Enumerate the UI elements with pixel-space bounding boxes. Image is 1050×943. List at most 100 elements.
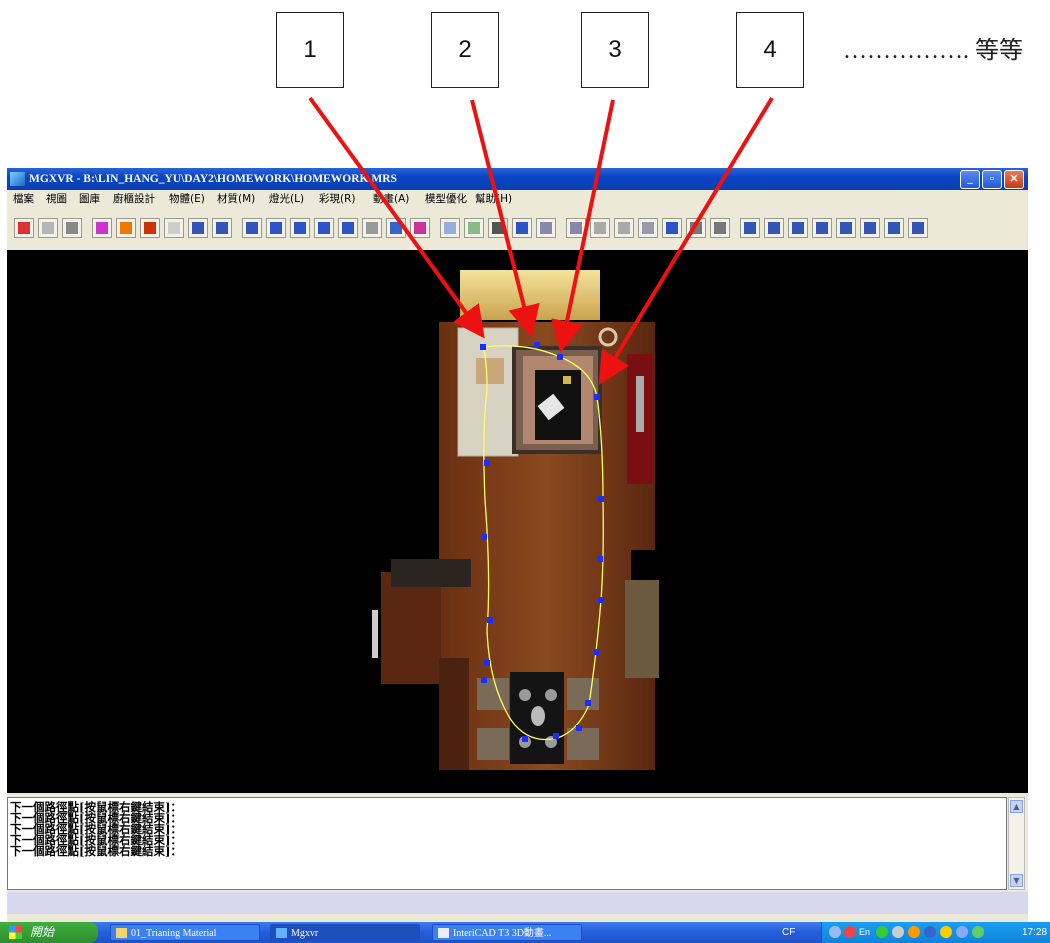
toolbar-button-fit[interactable] [908, 218, 928, 238]
toolbar-button-view2[interactable] [764, 218, 784, 238]
menu-bar: 檔案 視圖 圖庫 廚櫃設計 物體(E) 材質(M) 燈光(L) 彩現(R) 動畫… [7, 190, 1028, 208]
maximize-button[interactable]: ▫ [982, 170, 1002, 189]
toolbar-button-path-end[interactable] [314, 218, 334, 238]
small-vase [563, 376, 571, 384]
toolbar-button-path-start[interactable] [266, 218, 286, 238]
toolbar-button-tree[interactable] [638, 218, 658, 238]
path-node [597, 556, 603, 562]
toolbar-button-join[interactable] [686, 218, 706, 238]
taskbar-item-folder[interactable]: 01_Trianing Material [110, 924, 260, 941]
toolbar-button-triangle[interactable] [590, 218, 610, 238]
toolbar-button-wall[interactable] [464, 218, 484, 238]
toolbar-button-arrow-down[interactable] [14, 218, 34, 238]
menu-view[interactable]: 視圖 [46, 190, 67, 208]
update-icon[interactable] [908, 926, 920, 938]
system-clock: 17:28 [1022, 927, 1048, 938]
menu-library[interactable]: 圖庫 [79, 190, 100, 208]
bend-icon [666, 222, 678, 234]
path-node [557, 354, 563, 360]
app-tray-icon[interactable] [876, 926, 888, 938]
menu-render[interactable]: 彩現(R) [319, 190, 356, 208]
path-end-icon [318, 222, 330, 234]
toolbar-button-sphere[interactable] [164, 218, 184, 238]
path-node [481, 534, 487, 540]
menu-light[interactable]: 燈光(L) [269, 190, 304, 208]
toolbar-button-camera[interactable] [362, 218, 382, 238]
menu-material[interactable]: 材質(M) [217, 190, 255, 208]
title-bar[interactable]: MGXVR - B:\LIN_HANG_YU\DAY2\HOMEWORK\HOM… [7, 168, 1028, 190]
toolbar-button-bend[interactable] [662, 218, 682, 238]
toolbar-button-play[interactable] [116, 218, 136, 238]
toolbar-button-render[interactable] [140, 218, 160, 238]
view5-icon [840, 222, 852, 234]
toolbar-button-cube[interactable] [536, 218, 556, 238]
toolbar-button-square[interactable] [62, 218, 82, 238]
color-icon [96, 222, 108, 234]
view6-icon [888, 222, 900, 234]
menu-optimize[interactable]: 模型優化 [425, 190, 467, 208]
menu-animation[interactable]: 動畫(A) [373, 190, 409, 208]
callout-box-1: 1 [276, 12, 344, 88]
toolbar-button-view6[interactable] [884, 218, 904, 238]
toolbar-button-color[interactable] [92, 218, 112, 238]
sync-icon[interactable] [972, 926, 984, 938]
view3-icon [792, 222, 804, 234]
toolbar-button-view3[interactable] [788, 218, 808, 238]
taskbar-item-mgxvr[interactable]: Mgxvr [270, 924, 420, 941]
status-bar [7, 892, 1028, 914]
flag-icon[interactable] [940, 926, 952, 938]
toolbar-button-zoom[interactable] [860, 218, 880, 238]
mgxvr-icon [276, 928, 287, 938]
callout-box-2: 2 [431, 12, 499, 88]
search-icon[interactable] [829, 926, 841, 938]
chat-icon[interactable] [924, 926, 936, 938]
toolbar-button-book[interactable] [566, 218, 586, 238]
wall-icon [468, 222, 480, 234]
toolbar [7, 208, 1028, 250]
toolbar-button-view1[interactable] [740, 218, 760, 238]
menu-object[interactable]: 物體(E) [169, 190, 205, 208]
path-node [553, 733, 559, 739]
taskbar: 開始 01_Trianing Material Mgxvr InteriCAD … [0, 922, 1050, 943]
start-label: 開始 [30, 925, 55, 939]
toolbar-button-box-side[interactable] [212, 218, 232, 238]
menu-cabinet[interactable]: 廚櫃設計 [113, 190, 155, 208]
toolbar-button-merge[interactable] [710, 218, 730, 238]
toolbar-button-box-front[interactable] [188, 218, 208, 238]
toolbar-button-light[interactable] [440, 218, 460, 238]
viewport-3d[interactable] [7, 250, 1028, 793]
language-indicator[interactable]: CF [782, 922, 795, 943]
toolbar-button-pointer[interactable] [512, 218, 532, 238]
command-scrollbar[interactable]: ▲ ▼ [1008, 797, 1025, 890]
menu-help[interactable]: 幫助(H) [475, 190, 512, 208]
entry-mat [391, 559, 471, 587]
view1-icon [744, 222, 756, 234]
nodes-icon [414, 222, 426, 234]
toolbar-button-nodes[interactable] [410, 218, 430, 238]
input-language[interactable]: En [859, 922, 870, 943]
view2-icon [768, 222, 780, 234]
menu-file[interactable]: 檔案 [13, 190, 34, 208]
sofa [457, 327, 519, 457]
toolbar-button-mountain[interactable] [614, 218, 634, 238]
path-node [481, 677, 487, 683]
network-icon[interactable] [892, 926, 904, 938]
path-node [480, 344, 486, 350]
toolbar-button-loop[interactable] [338, 218, 358, 238]
scroll-down-button[interactable]: ▼ [1010, 874, 1023, 887]
clock-tray-icon[interactable] [956, 926, 968, 938]
toolbar-button-box-top[interactable] [242, 218, 262, 238]
toolbar-button-view4[interactable] [812, 218, 832, 238]
toolbar-button-target[interactable] [386, 218, 406, 238]
security-icon[interactable] [844, 926, 856, 938]
close-button[interactable]: ✕ [1004, 170, 1024, 189]
taskbar-item-ppt[interactable]: InteriCAD T3 3D動畫... [432, 924, 582, 941]
toolbar-button-view5[interactable] [836, 218, 856, 238]
toolbar-button-fold[interactable] [38, 218, 58, 238]
target-icon [390, 222, 402, 234]
minimize-button[interactable]: _ [960, 170, 980, 189]
scroll-up-button[interactable]: ▲ [1010, 800, 1023, 813]
toolbar-button-frame[interactable] [488, 218, 508, 238]
toolbar-button-path[interactable] [290, 218, 310, 238]
start-button[interactable]: 開始 [0, 922, 98, 943]
